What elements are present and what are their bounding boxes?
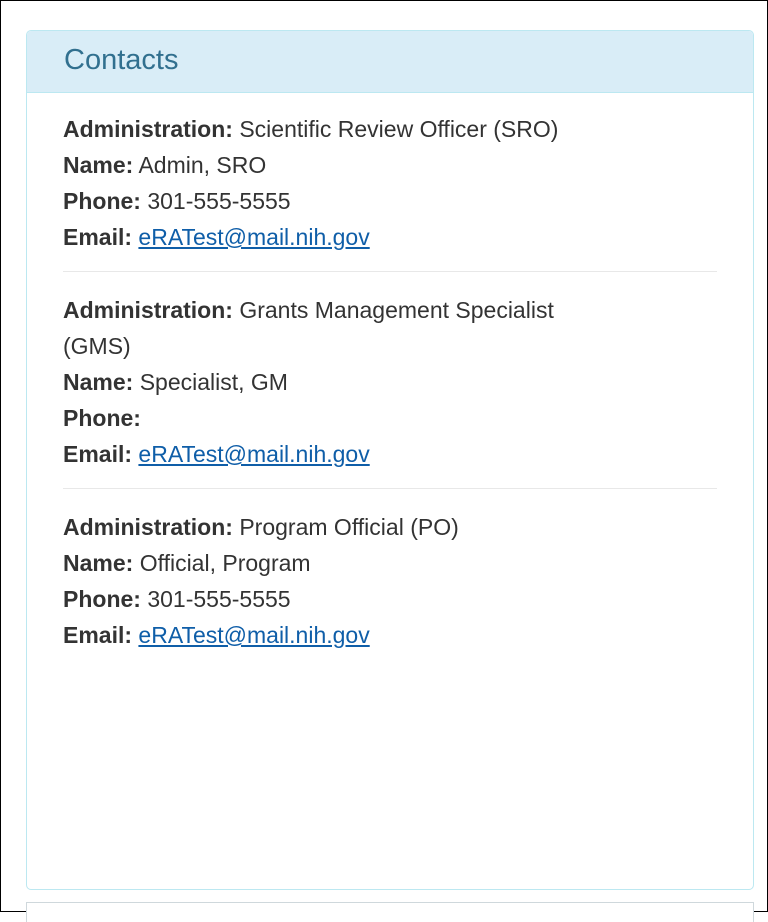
administration-value: Scientific Review Officer (SRO) xyxy=(239,116,559,142)
name-row: Name: Admin, SRO xyxy=(63,147,717,183)
administration-row: Administration: Grants Management Specia… xyxy=(63,292,623,364)
name-value: Specialist, GM xyxy=(139,369,288,395)
email-label: Email: xyxy=(63,441,133,467)
phone-row: Phone: 301-555-5555 xyxy=(63,183,717,219)
email-row: Email: eRATest@mail.nih.gov xyxy=(63,617,717,653)
phone-label: Phone: xyxy=(63,188,141,214)
administration-row: Administration: Scientific Review Office… xyxy=(63,111,623,147)
email-label: Email: xyxy=(63,224,133,250)
email-label: Email: xyxy=(63,622,133,648)
email-row: Email: eRATest@mail.nih.gov xyxy=(63,436,717,472)
email-link[interactable]: eRATest@mail.nih.gov xyxy=(138,622,369,648)
panel-body: Administration: Scientific Review Office… xyxy=(27,93,753,669)
email-link[interactable]: eRATest@mail.nih.gov xyxy=(138,224,369,250)
name-label: Name: xyxy=(63,369,134,395)
next-panel-edge xyxy=(26,902,754,922)
phone-row: Phone: 301-555-5555 xyxy=(63,581,717,617)
name-row: Name: Specialist, GM xyxy=(63,364,717,400)
phone-label: Phone: xyxy=(63,405,141,431)
administration-row: Administration: Program Official (PO) xyxy=(63,509,623,545)
email-link[interactable]: eRATest@mail.nih.gov xyxy=(138,441,369,467)
name-label: Name: xyxy=(63,550,134,576)
phone-value: 301-555-5555 xyxy=(147,586,291,612)
administration-label: Administration: xyxy=(63,514,233,540)
phone-value: 301-555-5555 xyxy=(147,188,291,214)
name-row: Name: Official, Program xyxy=(63,545,717,581)
administration-label: Administration: xyxy=(63,116,233,142)
phone-label: Phone: xyxy=(63,586,141,612)
administration-value: Program Official (PO) xyxy=(239,514,459,540)
contact-sro: Administration: Scientific Review Office… xyxy=(63,103,717,271)
phone-row: Phone: xyxy=(63,400,717,436)
panel-heading: Contacts xyxy=(27,31,753,93)
administration-label: Administration: xyxy=(63,297,233,323)
name-value: Admin, SRO xyxy=(138,152,267,178)
contacts-panel: Contacts Administration: Scientific Revi… xyxy=(26,30,754,890)
name-value: Official, Program xyxy=(139,550,311,576)
name-label: Name: xyxy=(63,152,134,178)
panel-title: Contacts xyxy=(64,44,179,76)
contact-po: Administration: Program Official (PO) Na… xyxy=(63,488,717,669)
contact-gms: Administration: Grants Management Specia… xyxy=(63,271,717,488)
email-row: Email: eRATest@mail.nih.gov xyxy=(63,219,717,255)
